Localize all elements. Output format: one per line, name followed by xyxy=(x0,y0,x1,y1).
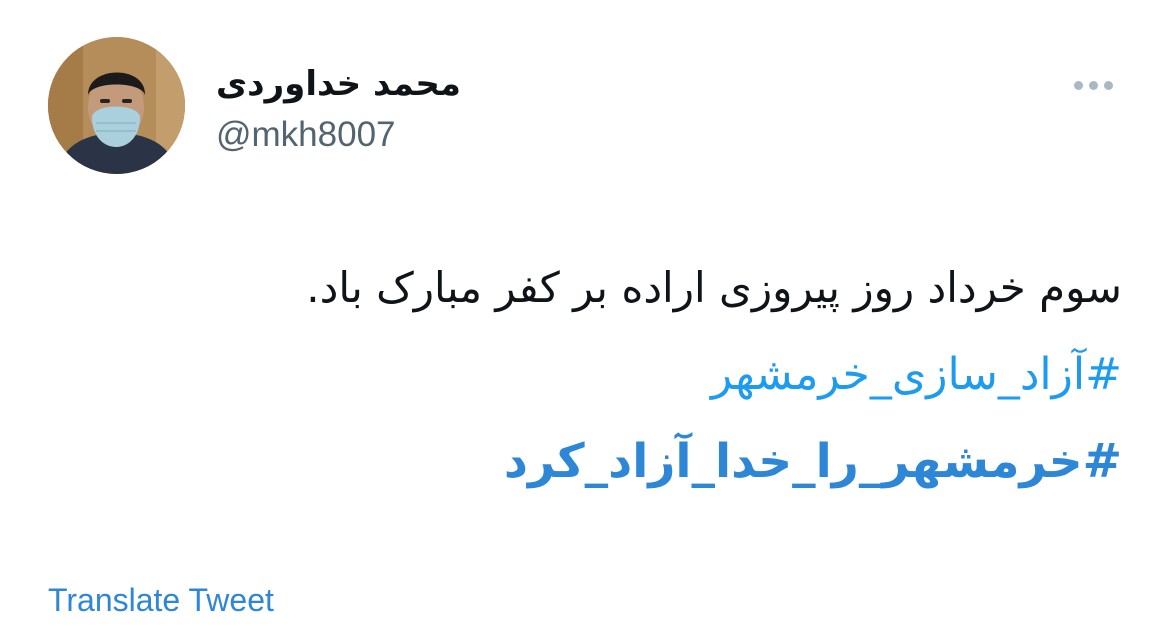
author-name[interactable]: محمد خداوردی xyxy=(216,62,461,106)
more-options-icon[interactable] xyxy=(1066,70,1120,100)
more-dot xyxy=(1073,80,1083,90)
avatar-image xyxy=(48,37,185,174)
hashtag-link[interactable]: #آزاد_سازی_خرمشهر xyxy=(711,347,1122,403)
avatar[interactable] xyxy=(48,37,185,174)
translate-tweet-link[interactable]: Translate Tweet xyxy=(48,579,274,621)
hashtag-link[interactable]: #خرمشهر_را_خدا_آزاد_کرد xyxy=(504,432,1122,492)
more-dot xyxy=(1103,80,1113,90)
author-handle[interactable]: @mkh8007 xyxy=(216,113,396,157)
more-dot xyxy=(1088,80,1098,90)
tweet-text: سوم خرداد روز پیروزی اراده بر کفر مبارک … xyxy=(306,263,1122,312)
tweet: محمد خداوردی @mkh8007 سوم خرداد روز پیرو… xyxy=(0,0,1170,626)
